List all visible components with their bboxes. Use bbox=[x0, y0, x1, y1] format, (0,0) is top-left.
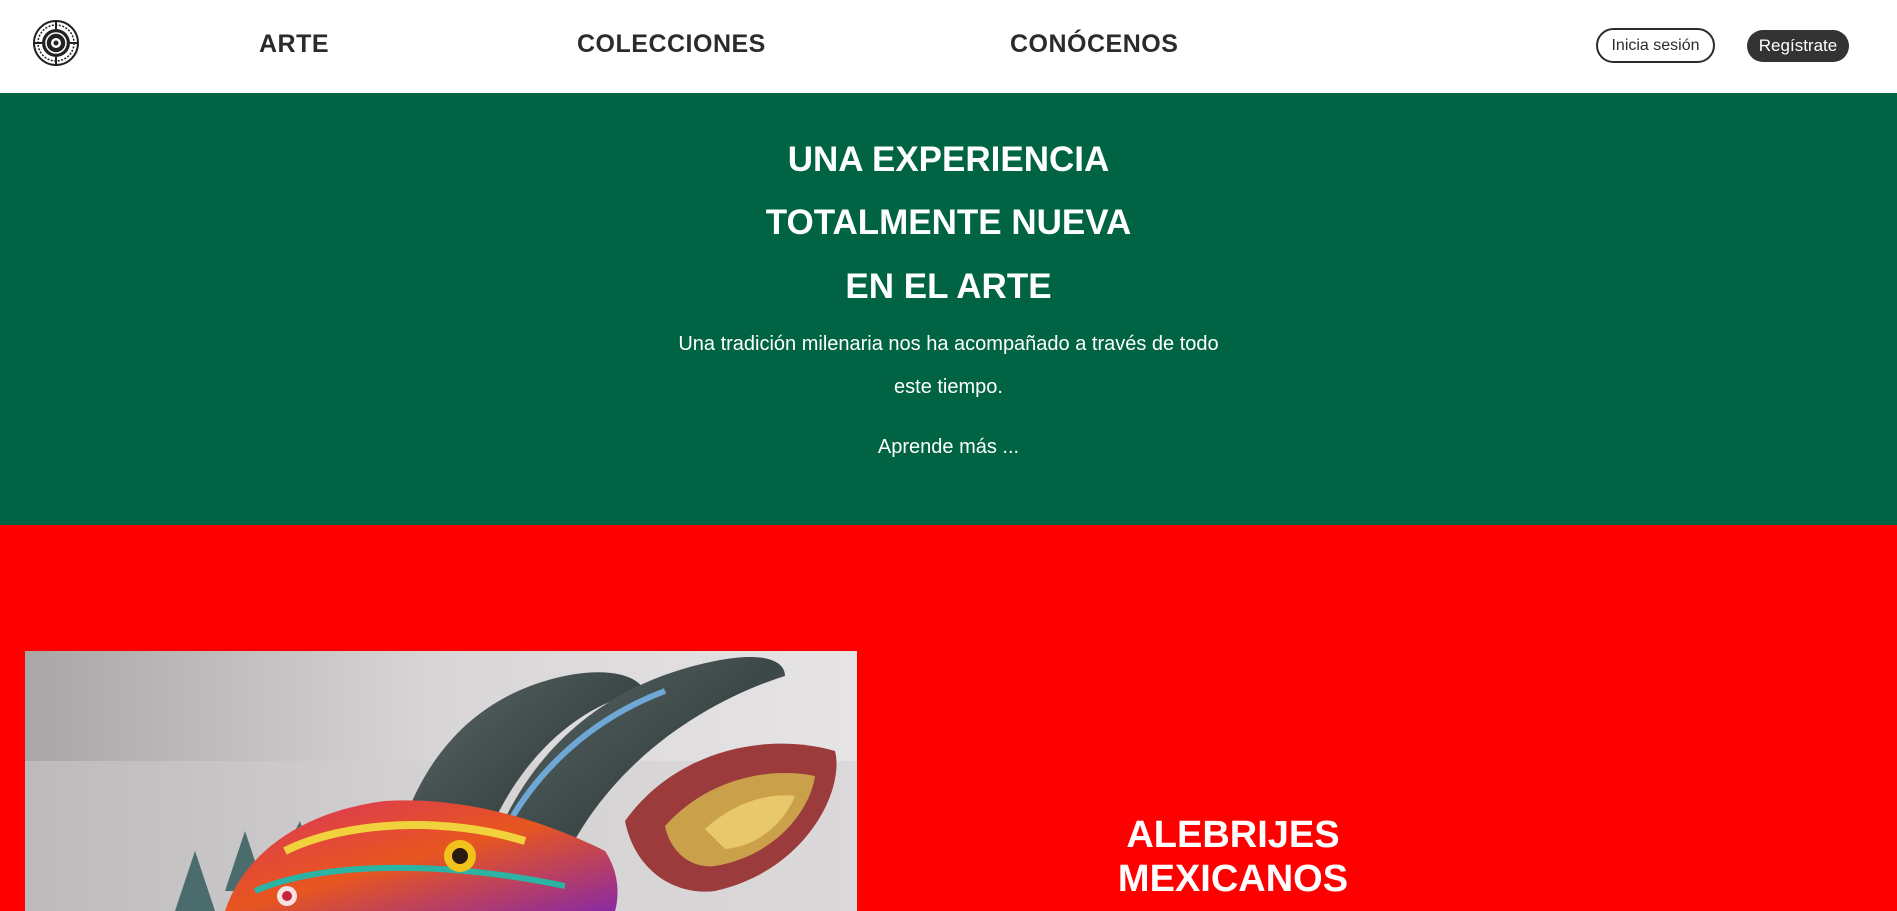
nav-link-conocenos[interactable]: CONÓCENOS bbox=[1010, 30, 1178, 59]
alebrijes-section: ALEBRIJES MEXICANOS bbox=[0, 525, 1897, 911]
learn-more-link[interactable]: Aprende más ... bbox=[0, 436, 1897, 459]
section-title: ALEBRIJES MEXICANOS bbox=[1033, 813, 1433, 901]
alebrije-image bbox=[25, 651, 857, 911]
nav-link-arte[interactable]: ARTE bbox=[259, 30, 329, 59]
hero-description: Una tradición milenaria nos ha acompañad… bbox=[678, 333, 1219, 398]
signup-button[interactable]: Regístrate bbox=[1747, 30, 1849, 62]
hero-title-line: UNA EXPERIENCIA bbox=[787, 140, 1110, 179]
site-header: ARTE COLECCIONES CONÓCENOS Inicia sesión… bbox=[0, 0, 1897, 93]
hero-banner: UNA EXPERIENCIA TOTALMENTE NUEVA EN EL A… bbox=[0, 93, 1897, 525]
aztec-calendar-icon[interactable] bbox=[33, 20, 79, 66]
nav-link-colecciones[interactable]: COLECCIONES bbox=[577, 30, 766, 59]
login-button[interactable]: Inicia sesión bbox=[1596, 28, 1715, 63]
section-title-line: ALEBRIJES bbox=[1126, 814, 1340, 856]
hero-title-line: EN EL ARTE bbox=[845, 267, 1052, 306]
hero-title-line: TOTALMENTE NUEVA bbox=[765, 203, 1132, 242]
section-title-line: MEXICANOS bbox=[1117, 858, 1349, 900]
